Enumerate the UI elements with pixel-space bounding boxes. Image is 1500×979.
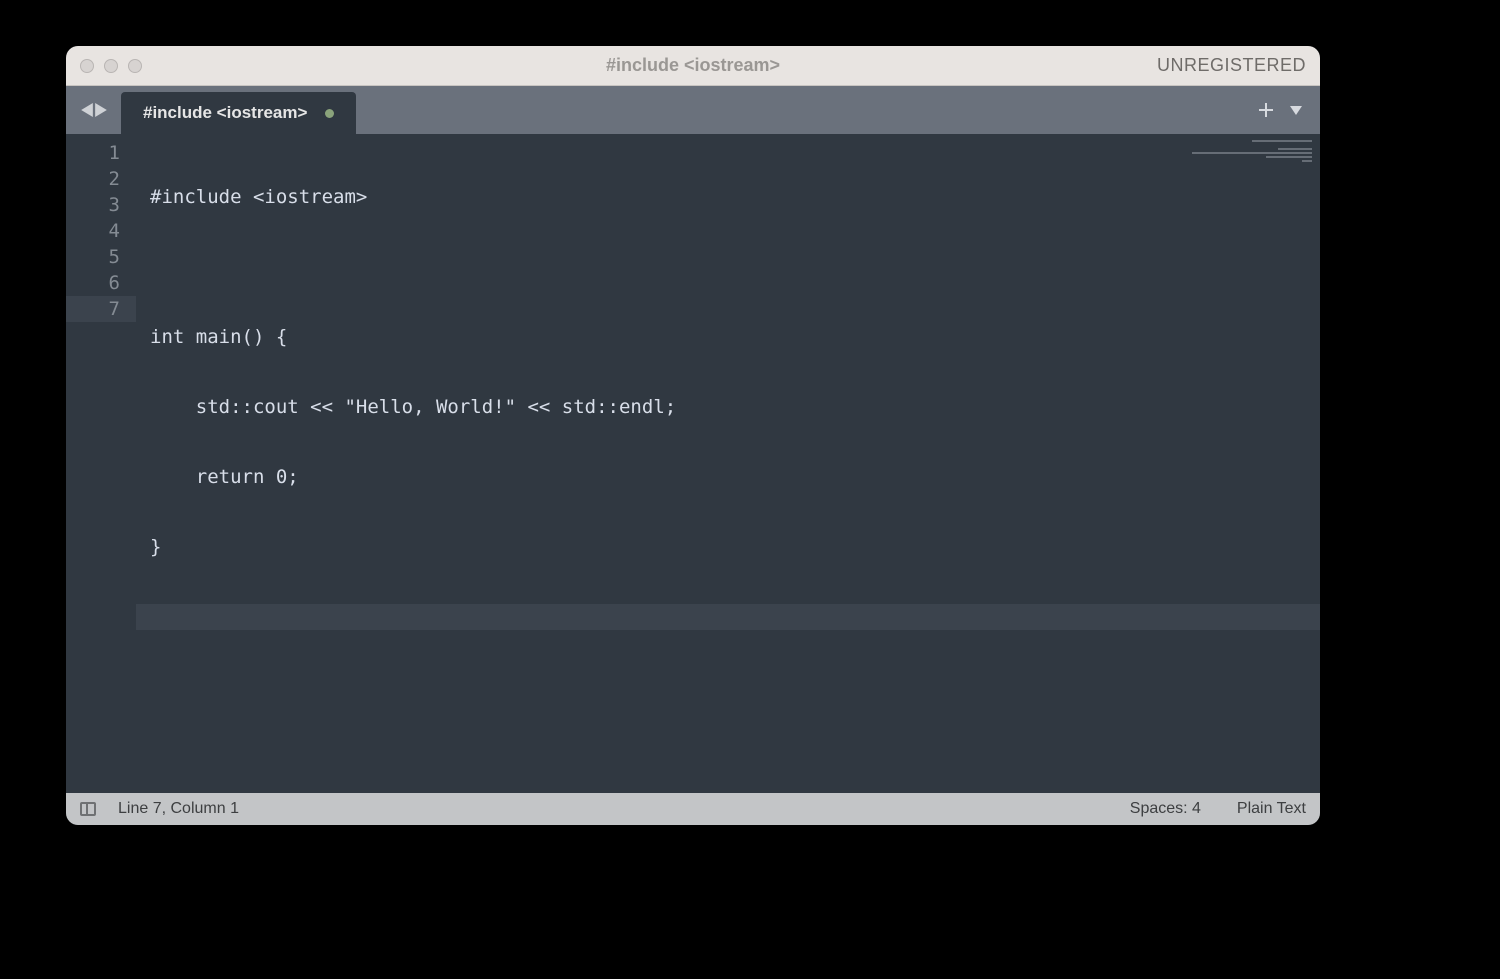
indentation-setting[interactable]: Spaces: 4 bbox=[1130, 800, 1201, 818]
close-window-button[interactable] bbox=[80, 59, 94, 73]
window-title: #include <iostream> bbox=[66, 55, 1320, 76]
syntax-setting[interactable]: Plain Text bbox=[1237, 800, 1306, 818]
code-line[interactable]: int main() { bbox=[136, 324, 1320, 350]
line-number[interactable]: 4 bbox=[66, 218, 136, 244]
code-line[interactable] bbox=[136, 604, 1320, 630]
line-number[interactable]: 5 bbox=[66, 244, 136, 270]
nav-back-icon[interactable] bbox=[81, 103, 93, 117]
titlebar: #include <iostream> UNREGISTERED bbox=[66, 46, 1320, 86]
tab-label: #include <iostream> bbox=[143, 103, 307, 123]
line-number-gutter: 1 2 3 4 5 6 7 bbox=[66, 134, 136, 793]
line-number[interactable]: 2 bbox=[66, 166, 136, 192]
line-number[interactable]: 6 bbox=[66, 270, 136, 296]
code-line[interactable]: return 0; bbox=[136, 464, 1320, 490]
line-number[interactable]: 1 bbox=[66, 140, 136, 166]
window-controls bbox=[80, 59, 142, 73]
status-bar: Line 7, Column 1 Spaces: 4 Plain Text bbox=[66, 793, 1320, 825]
tab-active[interactable]: #include <iostream> bbox=[121, 92, 356, 134]
tab-history-nav bbox=[66, 86, 121, 134]
code-line[interactable] bbox=[136, 254, 1320, 280]
cursor-position[interactable]: Line 7, Column 1 bbox=[118, 800, 239, 818]
registration-status[interactable]: UNREGISTERED bbox=[1157, 55, 1306, 76]
line-number[interactable]: 3 bbox=[66, 192, 136, 218]
tab-dirty-indicator-icon bbox=[325, 109, 334, 118]
new-tab-icon[interactable] bbox=[1258, 102, 1274, 118]
panel-toggle-icon[interactable] bbox=[80, 802, 96, 816]
nav-forward-icon[interactable] bbox=[95, 103, 107, 117]
editor-window: #include <iostream> UNREGISTERED #includ… bbox=[66, 46, 1320, 825]
tab-dropdown-icon[interactable] bbox=[1288, 102, 1304, 118]
code-line[interactable]: } bbox=[136, 534, 1320, 560]
code-line[interactable]: std::cout << "Hello, World!" << std::end… bbox=[136, 394, 1320, 420]
tab-bar: #include <iostream> bbox=[66, 86, 1320, 134]
zoom-window-button[interactable] bbox=[128, 59, 142, 73]
line-number[interactable]: 7 bbox=[66, 296, 136, 322]
minimize-window-button[interactable] bbox=[104, 59, 118, 73]
code-view[interactable]: #include <iostream> int main() { std::co… bbox=[136, 134, 1320, 793]
editor-area[interactable]: 1 2 3 4 5 6 7 #include <iostream> int ma… bbox=[66, 134, 1320, 793]
code-line[interactable]: #include <iostream> bbox=[136, 184, 1320, 210]
